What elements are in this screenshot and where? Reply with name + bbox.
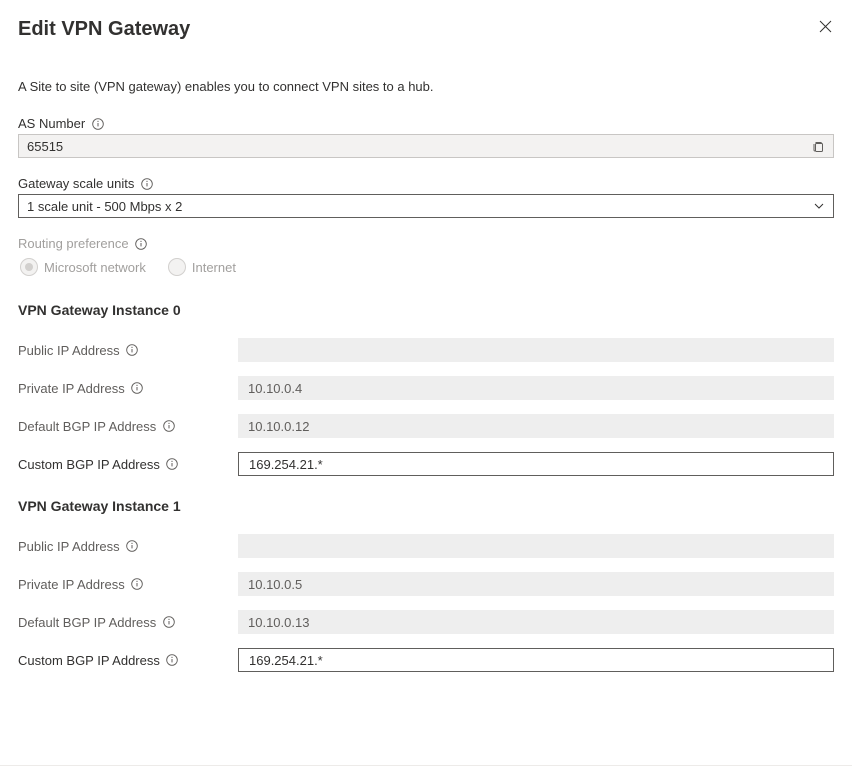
instance0-custom-bgp-row: Custom BGP IP Address [18,452,834,476]
label-text: Private IP Address [18,381,125,396]
chevron-down-icon [813,200,825,212]
instance1-public-ip-row: Public IP Address [18,534,834,558]
info-icon[interactable] [166,654,179,667]
info-icon[interactable] [162,616,175,629]
info-icon[interactable] [131,382,144,395]
info-icon[interactable] [126,344,139,357]
info-icon[interactable] [162,420,175,433]
radio-internet-label: Internet [192,260,236,275]
label-text: Custom BGP IP Address [18,653,160,668]
radio-microsoft-network: Microsoft network [20,258,146,276]
instance-1-heading: VPN Gateway Instance 1 [18,498,834,514]
instance0-private-ip-label: Private IP Address [18,381,238,396]
instance0-custom-bgp-input[interactable] [249,457,823,472]
routing-preference-radios: Microsoft network Internet [18,254,834,280]
instance1-custom-bgp-label: Custom BGP IP Address [18,653,238,668]
as-number-label: AS Number [18,116,834,131]
info-icon[interactable] [166,458,179,471]
instance1-private-ip-row: Private IP Address 10.10.0.5 [18,572,834,596]
footer-divider [0,765,852,766]
label-text: Public IP Address [18,539,120,554]
as-number-label-text: AS Number [18,116,85,131]
close-icon [819,20,832,33]
instance1-public-ip-label: Public IP Address [18,539,238,554]
instance0-default-bgp-label: Default BGP IP Address [18,419,238,434]
copy-button[interactable] [812,140,825,153]
radio-circle [20,258,38,276]
instance1-custom-bgp-input-wrapper [238,648,834,672]
as-number-input: 65515 [18,134,834,158]
gateway-scale-label: Gateway scale units [18,176,834,191]
instance1-public-ip-value [238,534,834,558]
instance0-public-ip-label: Public IP Address [18,343,238,358]
radio-circle [168,258,186,276]
panel-header: Edit VPN Gateway [18,18,834,41]
instance0-default-bgp-value: 10.10.0.12 [238,414,834,438]
instance0-default-bgp-row: Default BGP IP Address 10.10.0.12 [18,414,834,438]
routing-preference-label-text: Routing preference [18,236,129,251]
close-button[interactable] [817,18,834,35]
radio-internet: Internet [168,258,236,276]
gateway-scale-field: Gateway scale units 1 scale unit - 500 M… [18,176,834,218]
instance0-private-ip-value: 10.10.0.4 [238,376,834,400]
as-number-field: AS Number 65515 [18,116,834,158]
instance0-public-ip-row: Public IP Address [18,338,834,362]
info-icon[interactable] [135,237,148,250]
instance1-default-bgp-label: Default BGP IP Address [18,615,238,630]
radio-microsoft-label: Microsoft network [44,260,146,275]
instance0-custom-bgp-input-wrapper [238,452,834,476]
info-icon[interactable] [140,177,153,190]
instance0-public-ip-value [238,338,834,362]
page-title: Edit VPN Gateway [18,18,190,41]
as-number-value: 65515 [27,139,63,154]
instance1-private-ip-value: 10.10.0.5 [238,572,834,596]
instance1-custom-bgp-row: Custom BGP IP Address [18,648,834,672]
label-text: Custom BGP IP Address [18,457,160,472]
label-text: Public IP Address [18,343,120,358]
instance0-custom-bgp-label: Custom BGP IP Address [18,457,238,472]
info-icon[interactable] [126,540,139,553]
instance1-default-bgp-row: Default BGP IP Address 10.10.0.13 [18,610,834,634]
instance1-private-ip-label: Private IP Address [18,577,238,592]
instance1-custom-bgp-input[interactable] [249,653,823,668]
info-icon[interactable] [131,578,144,591]
routing-preference-field: Routing preference Microsoft network Int… [18,236,834,280]
copy-icon [812,140,825,153]
instance0-private-ip-row: Private IP Address 10.10.0.4 [18,376,834,400]
routing-preference-label: Routing preference [18,236,834,251]
info-icon[interactable] [91,117,104,130]
gateway-scale-value: 1 scale unit - 500 Mbps x 2 [27,199,182,214]
label-text: Default BGP IP Address [18,615,156,630]
gateway-scale-label-text: Gateway scale units [18,176,134,191]
instance-0-heading: VPN Gateway Instance 0 [18,302,834,318]
label-text: Private IP Address [18,577,125,592]
gateway-scale-select[interactable]: 1 scale unit - 500 Mbps x 2 [18,194,834,218]
label-text: Default BGP IP Address [18,419,156,434]
panel-description: A Site to site (VPN gateway) enables you… [18,79,834,94]
instance1-default-bgp-value: 10.10.0.13 [238,610,834,634]
